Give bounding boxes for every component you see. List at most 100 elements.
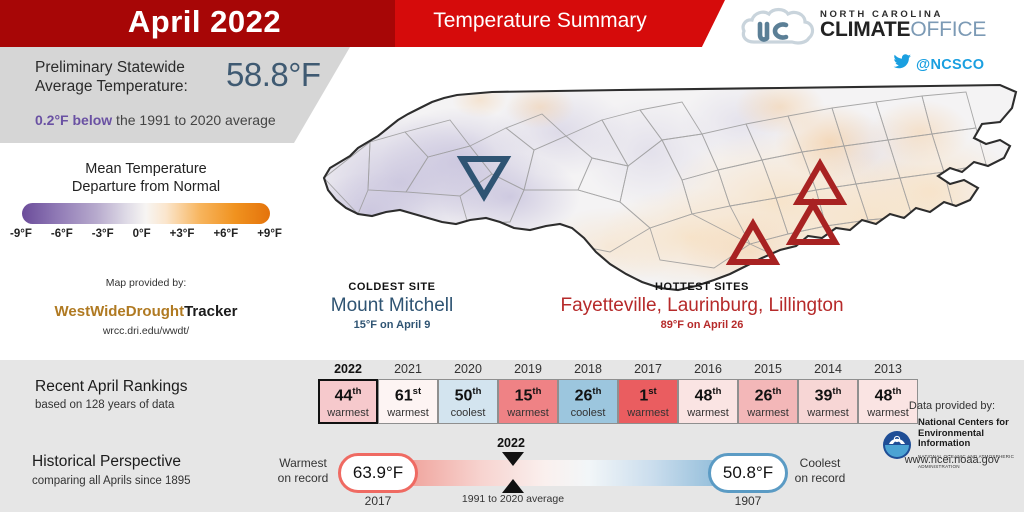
legend-title-line2: Departure from Normal [71,179,221,195]
ranking-suffix: th [712,386,722,398]
rankings-title: Recent April Rankings [35,378,188,395]
rankings-subtitle: based on 128 years of data [35,399,175,411]
nc-climate-office-logo: NORTH CAROLINA CLIMATEOFFICE [740,6,1018,50]
map-credit-label: Map provided by: [105,277,187,289]
legend-tick: -3°F [91,228,114,240]
ranking-suffix: th [832,386,842,398]
ranking-number: 61st [394,386,422,405]
ranking-word: warmest [387,406,429,419]
ranking-suffix: th [472,386,482,398]
ranking-cell: 39th warmest [798,379,858,424]
map-fill-layer [322,83,1018,292]
historical-perspective-title: Historical Perspective [32,453,182,470]
year-label-2017: 2017 [634,362,662,376]
coolest-record-value: 50.8°F [708,453,788,493]
stat-label-line1: Preliminary Statewide [35,59,185,76]
north-carolina-temperature-map[interactable] [310,62,1024,292]
summary-title: Temperature Summary [433,9,647,32]
coolest-on-record-label: Coolest on record [784,456,856,486]
ranking-cell: 26th warmest [738,379,798,424]
wwdt-url[interactable]: wrcc.dri.edu/wwdt/ [0,325,292,337]
logo-line-office: CLIMATEOFFICE [820,18,987,41]
warmest-record-year: 2017 [364,494,392,508]
cloud-logo-icon [740,6,816,48]
ranking-suffix: th [352,386,362,398]
year-label-2014: 2014 [814,362,842,376]
ranking-word: coolest [570,406,606,419]
coolest-record-year: 1907 [734,494,762,508]
logo-office-text: OFFICE [910,18,987,41]
year-label-2021: 2021 [394,362,422,376]
legend-tick-labels: -9°F -6°F -3°F 0°F +3°F +6°F +9°F [10,228,282,240]
ranking-word: warmest [747,406,789,419]
statewide-average-value: 58.8°F [226,56,321,93]
legend-tick: +3°F [169,228,195,240]
rankings-row: 44th warmest 61st warmest 50th coolest 15th war… [318,379,918,424]
ranking-number: 44th [334,386,362,405]
ranking-cell: 50th coolest [438,379,498,424]
noaa-line1: National Centers for [918,417,1009,428]
ranking-cell: 1st warmest [618,379,678,424]
noaa-line2: Environmental Information [918,427,984,449]
normal-average-marker-triangle-icon [502,479,524,493]
legend-tick: +9°F [257,228,282,240]
current-year-marker-triangle-icon [502,452,524,466]
hottest-sites-name: Fayetteville, Laurinburg, Lillington [560,295,844,316]
ranking-number: 26th [754,386,782,405]
departure-from-normal-text: 0.2°F below the 1991 to 2020 average [35,112,276,128]
hottest-sites-kicker: HOTTEST SITES [655,281,749,293]
wwdt-brand-part2: Tracker [184,303,238,320]
legend-color-bar [22,203,270,224]
warmest-label-line2: on record [277,471,329,485]
coolest-label-line2: on record [794,471,846,485]
legend-tick: 0°F [132,228,151,240]
ranking-suffix: th [892,386,902,398]
year-label-2020: 2020 [454,362,482,376]
wwdt-brand[interactable]: WestWideDroughtTracker [0,303,292,320]
ranking-suffix: st [412,386,422,398]
year-label-2016: 2016 [694,362,722,376]
hottest-sites-detail: 89°F on April 26 [660,319,744,331]
stat-label-line2: Average Temperature: [35,78,188,95]
year-label-2013: 2013 [874,362,902,376]
year-label-2019: 2019 [514,362,542,376]
ranking-suffix: st [648,386,657,398]
warmest-on-record-label: Warmest on record [268,456,338,486]
ranking-word: warmest [507,406,549,419]
ranking-word: warmest [687,406,729,419]
ranking-word: coolest [450,406,486,419]
ranking-cell: 44th warmest [318,379,378,424]
ranking-suffix: th [532,386,542,398]
legend-tick: +6°F [213,228,239,240]
legend-title-line1: Mean Temperature [85,161,207,177]
warmest-record-value: 63.9°F [338,453,418,493]
ranking-word: warmest [807,406,849,419]
ranking-cell: 15th warmest [498,379,558,424]
departure-value: 0.2°F below [35,112,113,128]
ranking-suffix: th [772,386,782,398]
page-title: April 2022 [127,4,282,39]
stat-label: Preliminary Statewide Average Temperatur… [35,58,220,96]
ranking-number: 1st [639,386,657,405]
ranking-number: 48th [694,386,722,405]
warmest-label-line1: Warmest [279,456,327,470]
legend-tick: -9°F [10,228,32,240]
noaa-credit-label: Data provided by: [908,400,996,412]
noaa-url[interactable]: www.ncei.noaa.gov [880,454,1024,466]
ranking-cell: 48th warmest [678,379,738,424]
rankings-year-header: 2022 2021 2020 2019 2018 2017 2016 2015 … [318,362,918,376]
historical-perspective-subtitle: comparing all Aprils since 1895 [32,475,191,487]
ranking-suffix: th [592,386,602,398]
coolest-label-line1: Coolest [799,456,841,470]
legend-tick: -6°F [50,228,73,240]
ranking-cell: 61st warmest [378,379,438,424]
logo-wordmark: NORTH CAROLINA CLIMATEOFFICE [820,9,986,40]
ranking-number: 50th [454,386,482,405]
ranking-number: 39th [814,386,842,405]
year-label-2022: 2022 [334,362,362,376]
current-year-marker-label: 2022 [497,436,525,450]
hottest-sites-callout: HOTTEST SITES Fayetteville, Laurinburg, … [452,281,952,331]
year-label-2018: 2018 [574,362,602,376]
year-label-2015: 2015 [754,362,782,376]
ranking-cell: 26th coolest [558,379,618,424]
